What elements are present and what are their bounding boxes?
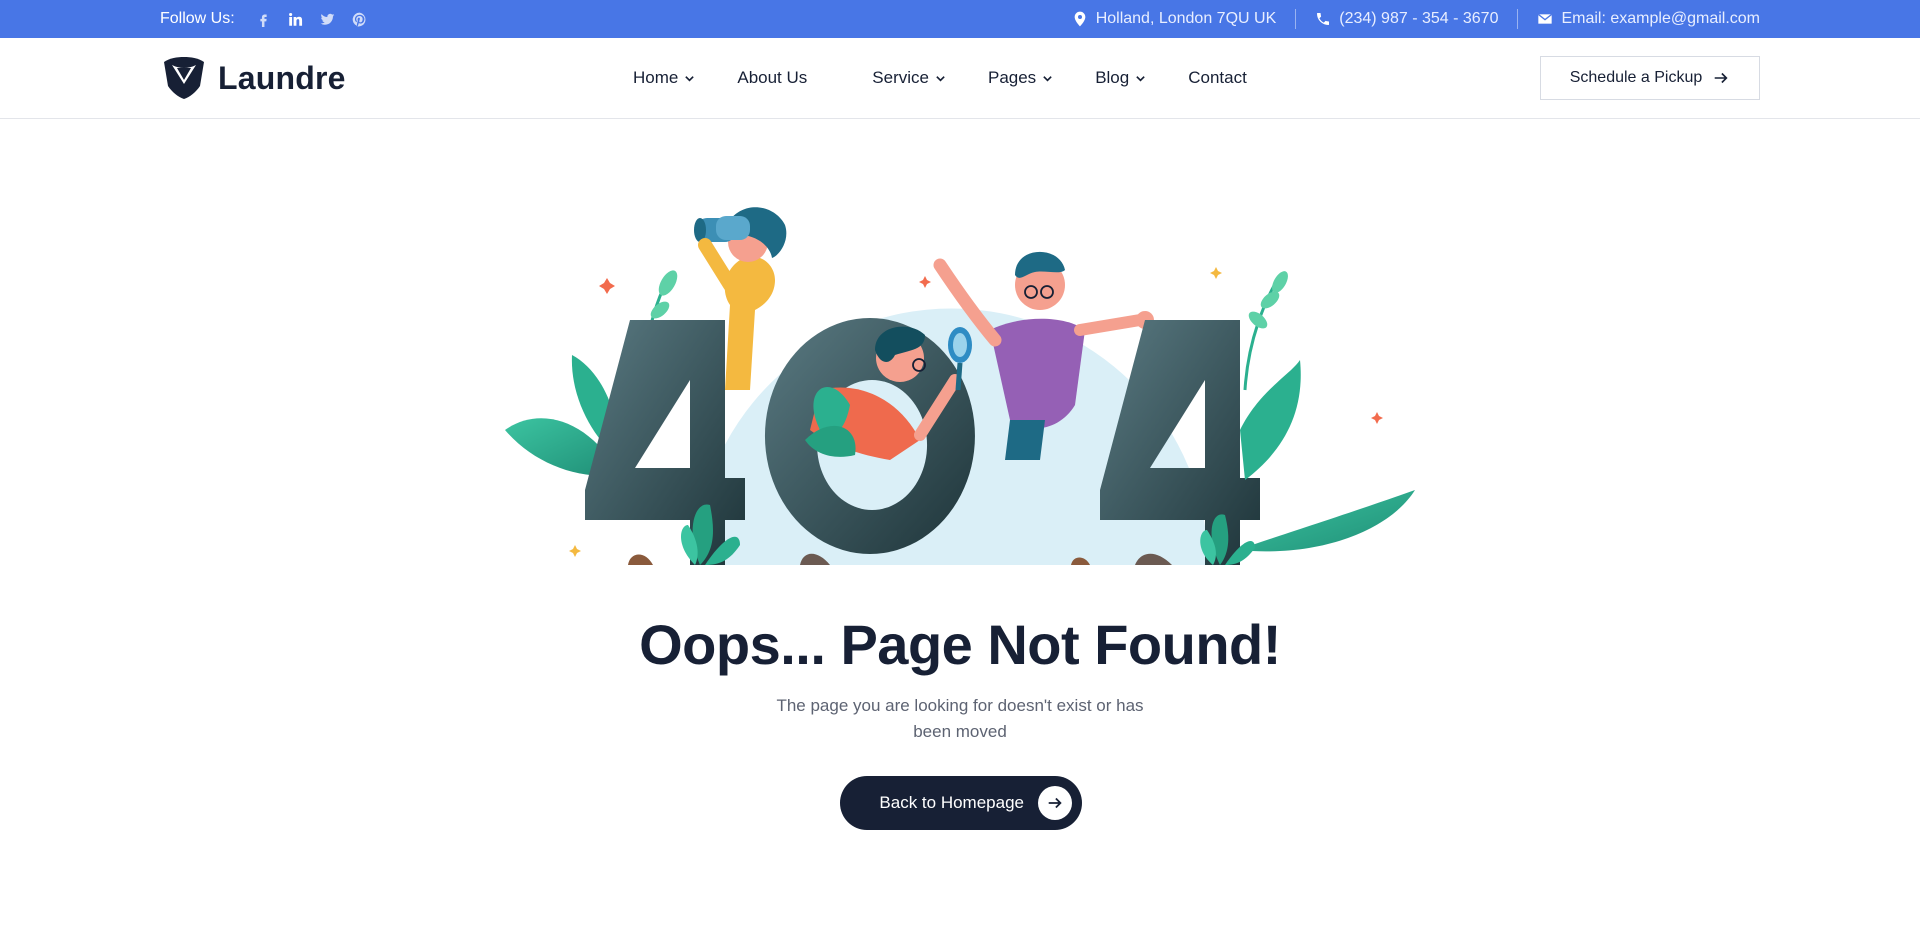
location-pin-icon: [1074, 11, 1086, 27]
nav-label: Service: [872, 68, 929, 87]
chevron-down-icon: [685, 75, 695, 82]
arrow-right-icon: [1048, 797, 1062, 809]
linkedin-icon[interactable]: [287, 10, 305, 28]
nav-service[interactable]: Service: [872, 68, 946, 88]
nav-blog[interactable]: Blog: [1095, 68, 1146, 88]
contact-info: Holland, London 7QU UK (234) 987 - 354 -…: [1053, 9, 1760, 29]
nav-home[interactable]: Home: [633, 68, 695, 88]
nav-pages[interactable]: Pages: [988, 68, 1053, 88]
phone-text: (234) 987 - 354 - 3670: [1339, 10, 1499, 27]
arrow-right-icon: [1714, 72, 1728, 84]
main-nav: Home About Us Service Pages Blog Contact: [633, 38, 1247, 118]
back-to-homepage-label: Back to Homepage: [879, 793, 1024, 812]
top-bar: Follow Us: Holland, London 7QU UK (234) …: [0, 0, 1920, 38]
schedule-pickup-label: Schedule a Pickup: [1569, 69, 1703, 86]
chevron-down-icon: [1136, 75, 1145, 82]
digit-4-left: [585, 320, 745, 565]
right-plants: [1238, 271, 1415, 552]
back-to-homepage-button[interactable]: Back to Homepage: [840, 776, 1082, 830]
facebook-icon[interactable]: [255, 10, 273, 28]
chevron-down-icon: [936, 75, 945, 82]
nav-contact[interactable]: Contact: [1188, 68, 1247, 88]
nav-about-us[interactable]: About Us: [737, 68, 807, 88]
follow-label: Follow Us:: [160, 10, 235, 27]
collar-logo-icon: [164, 57, 204, 99]
page-subtitle: The page you are looking for doesn't exi…: [776, 696, 1144, 741]
phone-icon: [1317, 13, 1330, 25]
pinterest-icon[interactable]: [351, 10, 369, 28]
chevron-down-icon: [1043, 75, 1052, 82]
nav-label: Blog: [1095, 68, 1130, 87]
nav-label: About Us: [737, 68, 808, 87]
logo[interactable]: Laundre: [160, 56, 346, 100]
phone-item[interactable]: (234) 987 - 354 - 3670: [1296, 10, 1517, 28]
address-item: Holland, London 7QU UK: [1053, 10, 1296, 28]
address-text: Holland, London 7QU UK: [1095, 10, 1277, 27]
page-title: Oops... Page Not Found!: [639, 613, 1281, 676]
twitter-icon[interactable]: [319, 10, 337, 28]
email-item[interactable]: Email: example@gmail.com: [1518, 10, 1760, 28]
social-links: Follow Us:: [160, 10, 369, 28]
nav-label: Pages: [987, 68, 1037, 87]
nav-label: Contact: [1188, 68, 1247, 87]
main-header: Laundre Home About Us Service Pages Blog…: [0, 38, 1920, 119]
envelope-icon: [1538, 13, 1553, 24]
schedule-pickup-button[interactable]: Schedule a Pickup: [1540, 56, 1760, 100]
arrow-circle: [1038, 786, 1072, 820]
logo-text: Laundre: [218, 59, 346, 96]
nav-label: Home: [633, 68, 679, 87]
email-text: Email: example@gmail.com: [1561, 10, 1760, 27]
404-illustration: [505, 207, 1415, 565]
